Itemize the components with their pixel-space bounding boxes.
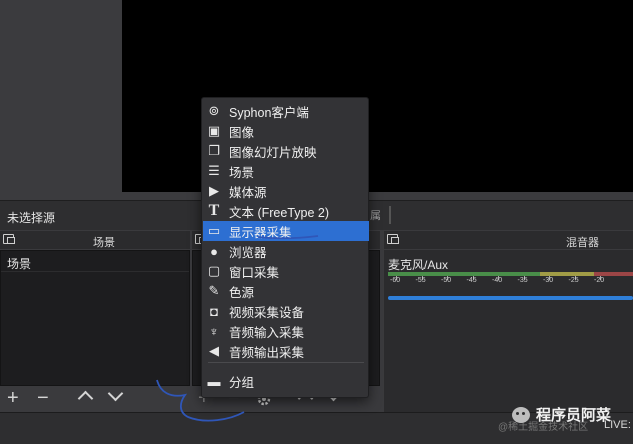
audio-mixer: 麦克风/Aux -60 -55 -50 -45 -40 -35 -30 -25 -20 bbox=[384, 250, 633, 412]
menu-item-label: 媒体源 bbox=[229, 185, 267, 200]
meter-tick-label: -50 bbox=[441, 277, 452, 284]
menu-item[interactable]: ⊚ Syphon客户端 bbox=[203, 101, 369, 121]
brush-icon: ✎ bbox=[208, 283, 220, 298]
meter-tick-label: -55 bbox=[415, 277, 426, 284]
undock-icon[interactable] bbox=[3, 234, 15, 244]
menu-item[interactable]: ♆ 音频输入采集 bbox=[203, 321, 369, 341]
meter-tick-labels: -60 -55 -50 -45 -40 -35 -30 -25 -20 bbox=[384, 277, 633, 287]
watermark: 程序员阿菜 bbox=[512, 404, 611, 425]
menu-item-label: 分组 bbox=[229, 375, 255, 390]
menu-separator bbox=[208, 362, 364, 363]
menu-item-label: Syphon客户端 bbox=[229, 105, 309, 120]
scenes-list[interactable]: 场景 bbox=[0, 250, 190, 386]
scenes-dock-header: 场景 bbox=[0, 231, 190, 249]
preview-side-area bbox=[0, 0, 122, 200]
mixer-dock-title: 混音器 bbox=[566, 237, 599, 249]
text-icon: T bbox=[208, 202, 220, 219]
watermark-text: 程序员阿菜 bbox=[536, 407, 612, 424]
slideshow-icon: ❐ bbox=[208, 143, 220, 158]
scene-divider bbox=[1, 271, 189, 272]
move-scene-up-icon[interactable] bbox=[77, 390, 94, 407]
menu-item-label: 文本 (FreeType 2) bbox=[229, 205, 330, 220]
camera-icon: ◘ bbox=[210, 303, 218, 319]
window-icon: ▢ bbox=[207, 263, 221, 278]
meter-tick-label: -25 bbox=[568, 277, 579, 284]
menu-item-label: 显示器采集 bbox=[229, 225, 292, 240]
menu-item[interactable]: ▢ 窗口采集 bbox=[203, 261, 369, 281]
toolbar-separator bbox=[389, 206, 391, 224]
no-source-selected-label: 未选择源 bbox=[7, 211, 56, 225]
menu-item[interactable]: ❐ 图像幻灯片放映 bbox=[203, 141, 369, 161]
remove-scene-button[interactable]: − bbox=[37, 388, 49, 408]
gamepad-icon: ⊚ bbox=[208, 103, 220, 118]
menu-item-label: 图像 bbox=[229, 125, 255, 140]
speaker-icon: ◀ bbox=[209, 343, 219, 358]
menu-item-label: 浏览器 bbox=[229, 245, 267, 260]
menu-item-label: 图像幻灯片放映 bbox=[229, 145, 317, 160]
scenes-toolbar: + − bbox=[0, 385, 190, 412]
menu-item[interactable]: ✎ 色源 bbox=[203, 281, 369, 301]
menu-item[interactable]: ▣ 图像 bbox=[203, 121, 369, 141]
play-icon: ▶ bbox=[209, 183, 219, 198]
menu-item-label: 场景 bbox=[229, 165, 255, 180]
wechat-icon bbox=[512, 406, 530, 423]
menu-item[interactable]: ☰ 场景 bbox=[203, 161, 369, 181]
menu-item-label: 音频输出采集 bbox=[229, 345, 305, 360]
mixer-channel-name: 麦克风/Aux bbox=[388, 258, 449, 272]
meter-tick-label: -40 bbox=[492, 277, 503, 284]
menu-item[interactable]: ◀ 音频输出采集 bbox=[203, 341, 369, 361]
meter-tick-label: -35 bbox=[517, 277, 528, 284]
mixer-dock-header: 混音器 bbox=[384, 231, 633, 249]
meter-tick-label: -45 bbox=[466, 277, 477, 284]
menu-item[interactable]: ▭ 显示器采集 bbox=[203, 221, 369, 241]
volume-slider[interactable] bbox=[388, 296, 633, 300]
properties-button-label[interactable]: 属 bbox=[370, 207, 381, 223]
list-icon: ☰ bbox=[208, 163, 220, 178]
add-scene-button[interactable]: + bbox=[7, 388, 19, 408]
preview-canvas[interactable] bbox=[122, 0, 633, 192]
scene-item[interactable]: 场景 bbox=[7, 255, 31, 272]
menu-item[interactable]: ● 浏览器 bbox=[203, 241, 369, 261]
menu-item-label: 色源 bbox=[229, 285, 255, 300]
meter-tick-label: -20 bbox=[594, 277, 605, 284]
image-icon: ▣ bbox=[207, 123, 221, 138]
monitor-icon: ▭ bbox=[207, 223, 221, 238]
menu-item-label: 音频输入采集 bbox=[229, 325, 305, 340]
undock-icon[interactable] bbox=[387, 234, 399, 244]
meter-tick-label: -30 bbox=[543, 277, 554, 284]
menu-item-label: 窗口采集 bbox=[229, 265, 280, 280]
meter-tick-label: -60 bbox=[390, 277, 401, 284]
menu-item[interactable]: T 文本 (FreeType 2) bbox=[203, 201, 369, 221]
scenes-dock-title: 场景 bbox=[93, 237, 115, 249]
menu-item[interactable]: ▶ 媒体源 bbox=[203, 181, 369, 201]
folder-icon: ▬ bbox=[207, 373, 221, 389]
globe-icon: ● bbox=[210, 243, 218, 259]
add-source-context-menu: ⊚ Syphon客户端 ▣ 图像 ❐ 图像幻灯片放映 ☰ 场景 ▶ 媒体源 T 文本 (FreeTyp… bbox=[201, 97, 369, 398]
menu-item[interactable]: ▬ 分组 bbox=[203, 371, 369, 391]
menu-item-label: 视频采集设备 bbox=[229, 305, 305, 320]
microphone-icon: ♆ bbox=[209, 323, 219, 339]
move-scene-down-icon[interactable] bbox=[107, 385, 124, 402]
menu-item[interactable]: ◘ 视频采集设备 bbox=[203, 301, 369, 321]
